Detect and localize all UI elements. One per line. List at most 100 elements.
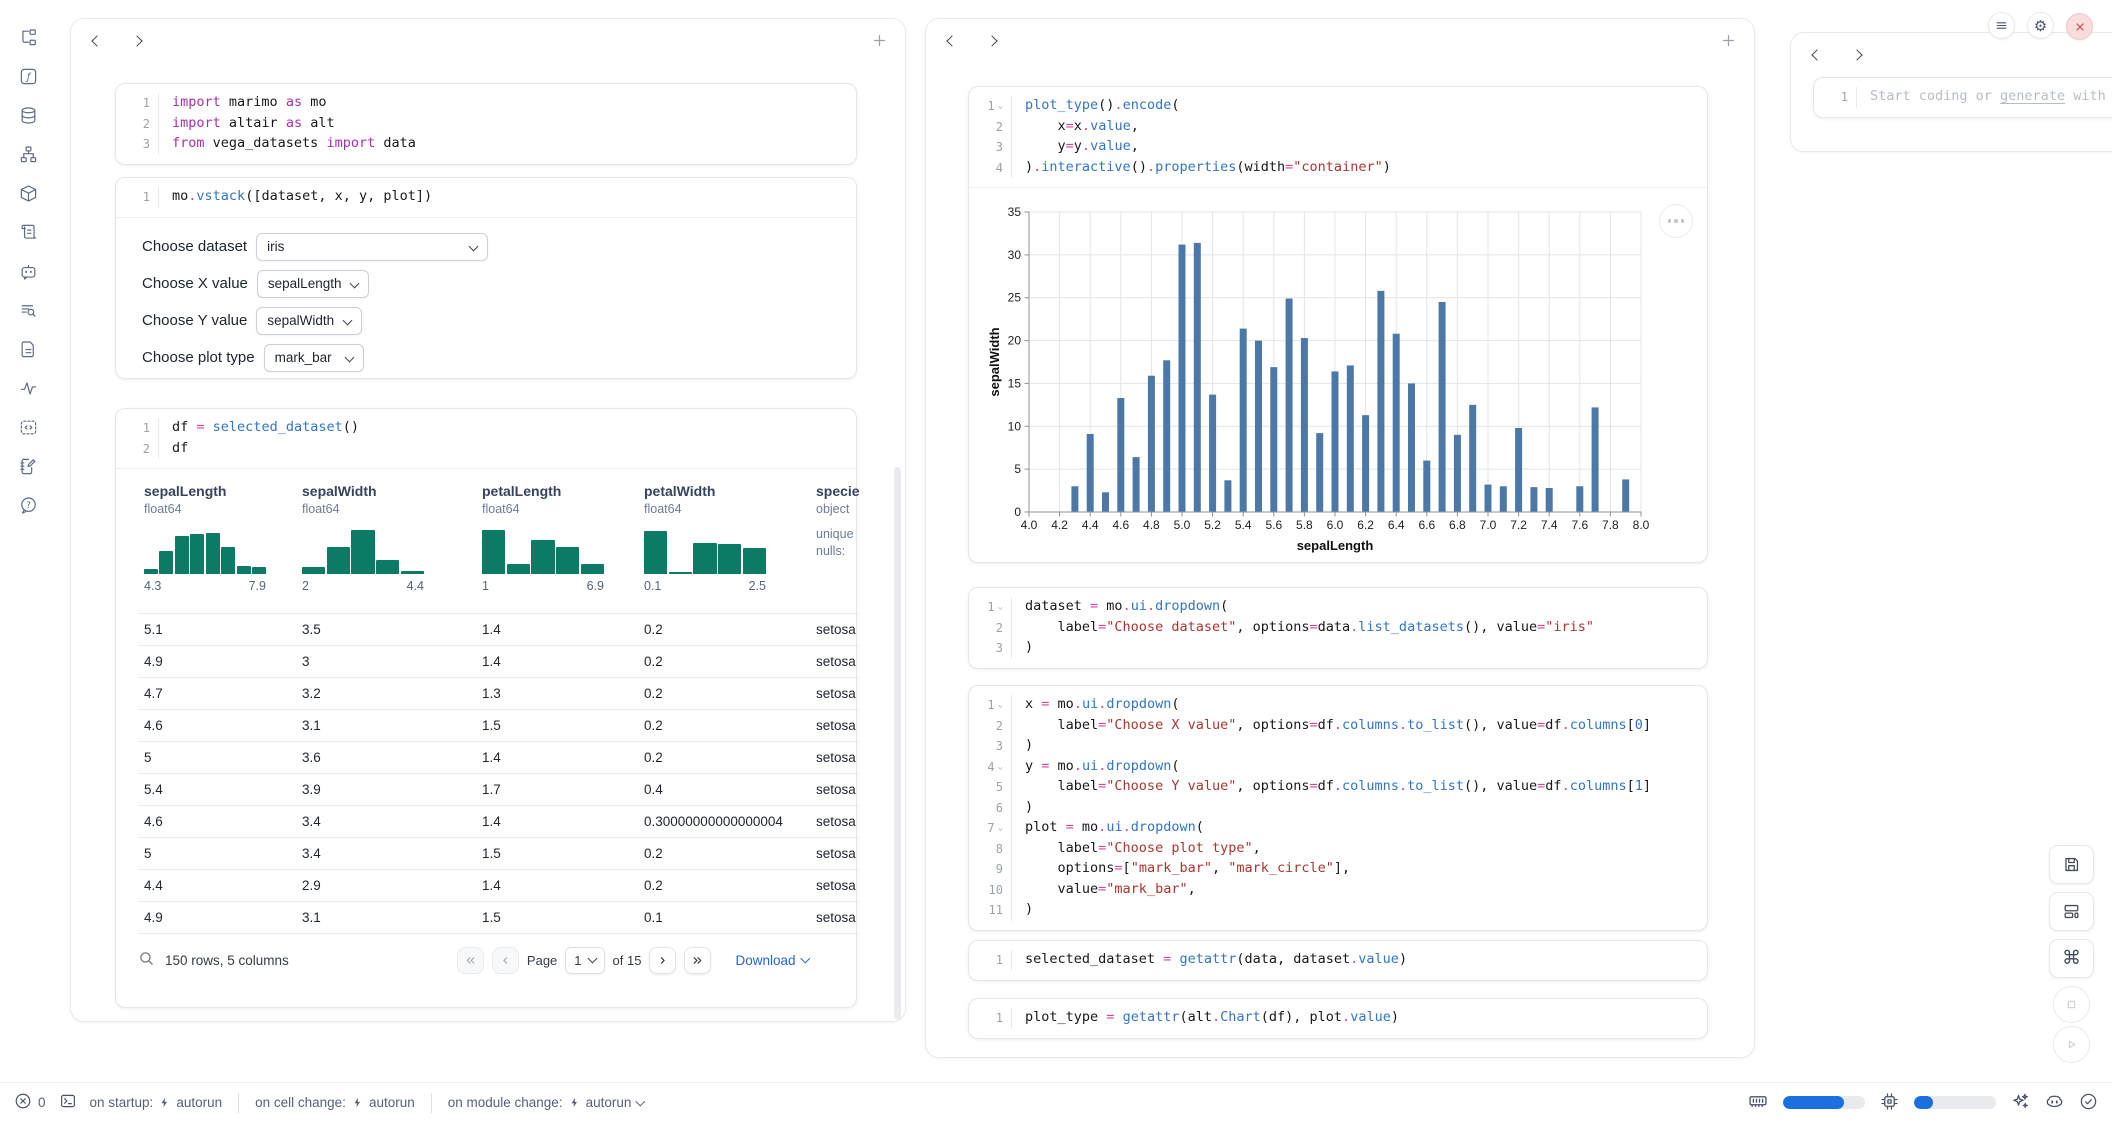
- nav-back-icon[interactable]: [91, 35, 102, 46]
- code-line[interactable]: 4⌄y = mo.ui.dropdown(: [969, 757, 1707, 778]
- fold-chevron-icon[interactable]: ⌄: [998, 758, 1003, 776]
- save-button[interactable]: [2049, 845, 2094, 884]
- scratchpad-icon[interactable]: [17, 455, 39, 477]
- code-line[interactable]: 8 label="Choose plot type",: [969, 839, 1707, 860]
- help-icon[interactable]: ?: [17, 494, 39, 516]
- code-line[interactable]: 6): [969, 798, 1707, 819]
- code-line[interactable]: 3from vega_datasets import data: [116, 134, 856, 155]
- scrollbar-thumb[interactable]: [894, 467, 901, 1019]
- code-line[interactable]: 3): [969, 736, 1707, 757]
- table-row[interactable]: 5.43.91.70.4setosa: [138, 773, 860, 805]
- code-line[interactable]: 2 label="Choose X value", options=df.col…: [969, 716, 1707, 737]
- nav-forward-icon[interactable]: [1851, 49, 1862, 60]
- code-line[interactable]: 5 label="Choose Y value", options=df.col…: [969, 777, 1707, 798]
- code-line[interactable]: 2df: [116, 439, 856, 460]
- page-select[interactable]: 1: [565, 947, 604, 974]
- code-input[interactable]: Start coding or generate with: [1856, 87, 2112, 108]
- code-snippets-icon[interactable]: [17, 416, 39, 438]
- fold-chevron-icon[interactable]: ⌄: [998, 97, 1003, 115]
- nav-forward-icon[interactable]: [986, 35, 997, 46]
- table-row[interactable]: 4.42.91.40.2setosa: [138, 869, 860, 901]
- code-line[interactable]: 7⌄plot = mo.ui.dropdown(: [969, 818, 1707, 839]
- add-cell-button[interactable]: [872, 33, 887, 53]
- code-editor[interactable]: 1import marimo as mo2import altair as al…: [116, 84, 856, 164]
- menu-button[interactable]: [1988, 12, 2015, 39]
- code-line[interactable]: 1df = selected_dataset(): [116, 418, 856, 439]
- code-editor[interactable]: 1⌄dataset = mo.ui.dropdown(2 label="Choo…: [969, 588, 1707, 668]
- code-line[interactable]: 3 y=y.value,: [969, 137, 1707, 158]
- prev-page-button[interactable]: [492, 947, 519, 974]
- close-button[interactable]: [2066, 13, 2093, 40]
- code-line[interactable]: 11): [969, 900, 1707, 921]
- fold-chevron-icon[interactable]: ⌄: [998, 598, 1003, 616]
- stop-button[interactable]: [2053, 986, 2090, 1023]
- column-name[interactable]: sepalLength: [144, 483, 296, 499]
- packages-icon[interactable]: [17, 182, 39, 204]
- code-editor[interactable]: 1⌄plot_type().encode(2 x=x.value,3 y=y.v…: [969, 87, 1707, 187]
- nav-forward-icon[interactable]: [131, 35, 142, 46]
- ai-chat-icon[interactable]: [17, 260, 39, 282]
- code-line[interactable]: 1⌄dataset = mo.ui.dropdown(: [969, 597, 1707, 618]
- first-page-button[interactable]: [457, 947, 484, 974]
- column-name[interactable]: petalWidth: [644, 483, 810, 499]
- code-editor[interactable]: 1plot_type = getattr(alt.Chart(df), plot…: [969, 999, 1707, 1038]
- code-editor[interactable]: 1mo.vstack([dataset, x, y, plot]): [116, 178, 856, 217]
- fold-chevron-icon[interactable]: ⌄: [998, 696, 1003, 714]
- code-line[interactable]: 2import altair as alt: [116, 114, 856, 135]
- dependency-graph-icon[interactable]: [17, 143, 39, 165]
- dropdown-choose-y-value[interactable]: sepalWidth: [256, 307, 362, 335]
- code-line[interactable]: 9 options=["mark_bar", "mark_circle"],: [969, 859, 1707, 880]
- fold-chevron-icon[interactable]: ⌄: [998, 819, 1003, 837]
- dropdown-choose-dataset[interactable]: iris: [256, 233, 488, 261]
- database-icon[interactable]: [17, 104, 39, 126]
- nav-back-icon[interactable]: [946, 35, 957, 46]
- code-line[interactable]: 4).interactive().properties(width="conta…: [969, 158, 1707, 179]
- table-row[interactable]: 4.63.41.40.30000000000000004setosa: [138, 805, 860, 837]
- table-row[interactable]: 53.41.50.2setosa: [138, 837, 860, 869]
- code-line[interactable]: 1import marimo as mo: [116, 93, 856, 114]
- run-button[interactable]: [2053, 1026, 2090, 1063]
- panel-layout-button[interactable]: [2049, 892, 2094, 931]
- tracing-icon[interactable]: [17, 377, 39, 399]
- chart-menu-button[interactable]: [1659, 204, 1693, 238]
- next-page-button[interactable]: [649, 947, 676, 974]
- file-tree-icon[interactable]: [17, 26, 39, 48]
- settings-button[interactable]: ⚙: [2027, 12, 2054, 39]
- runtime-setting-2[interactable]: on module change:autorun: [448, 1095, 644, 1110]
- nav-back-icon[interactable]: [1811, 49, 1822, 60]
- connection-status-icon[interactable]: [2079, 1092, 2098, 1114]
- runtime-setting-1[interactable]: on cell change:autorun: [255, 1095, 415, 1110]
- download-button[interactable]: Download: [735, 953, 808, 968]
- keyboard-shortcuts-button[interactable]: ⌘: [2049, 939, 2094, 978]
- documentation-icon[interactable]: [17, 338, 39, 360]
- code-line[interactable]: 1⌄plot_type().encode(: [969, 96, 1707, 117]
- search-icon[interactable]: [138, 950, 155, 970]
- last-page-button[interactable]: [684, 947, 711, 974]
- table-row[interactable]: 4.73.21.30.2setosa: [138, 677, 860, 709]
- add-cell-button[interactable]: [1721, 33, 1736, 53]
- code-line[interactable]: 2 label="Choose dataset", options=data.l…: [969, 618, 1707, 639]
- table-row[interactable]: 4.63.11.50.2setosa: [138, 709, 860, 741]
- column-name[interactable]: petalLength: [482, 483, 638, 499]
- code-line[interactable]: 1mo.vstack([dataset, x, y, plot]): [116, 187, 856, 208]
- column-name[interactable]: species: [816, 483, 860, 499]
- table-row[interactable]: 53.61.40.2setosa: [138, 741, 860, 773]
- code-line[interactable]: 10 value="mark_bar",: [969, 880, 1707, 901]
- code-line[interactable]: 1plot_type = getattr(alt.Chart(df), plot…: [969, 1008, 1707, 1029]
- code-line[interactable]: 1⌄x = mo.ui.dropdown(: [969, 695, 1707, 716]
- table-row[interactable]: 4.931.40.2setosa: [138, 645, 860, 677]
- altair-chart[interactable]: 4.04.24.44.64.85.05.25.45.65.86.06.26.46…: [969, 188, 1707, 570]
- code-line[interactable]: 1selected_dataset = getattr(data, datase…: [969, 950, 1707, 971]
- errors-indicator[interactable]: 0: [14, 1092, 46, 1113]
- code-editor[interactable]: 1⌄x = mo.ui.dropdown(2 label="Choose X v…: [969, 686, 1707, 930]
- code-editor[interactable]: 1df = selected_dataset()2df: [116, 409, 856, 468]
- copilot-button[interactable]: [2045, 1092, 2064, 1114]
- code-editor[interactable]: 1selected_dataset = getattr(data, datase…: [969, 941, 1707, 980]
- table-row[interactable]: 5.13.51.40.2setosa: [138, 613, 860, 645]
- terminal-button[interactable]: [59, 1092, 77, 1113]
- logs-icon[interactable]: [17, 221, 39, 243]
- column-name[interactable]: sepalWidth: [302, 483, 476, 499]
- functions-icon[interactable]: ƒ: [17, 65, 39, 87]
- table-row[interactable]: 4.93.11.50.1setosa: [138, 901, 860, 933]
- ai-sparkle-button[interactable]: [2011, 1092, 2030, 1114]
